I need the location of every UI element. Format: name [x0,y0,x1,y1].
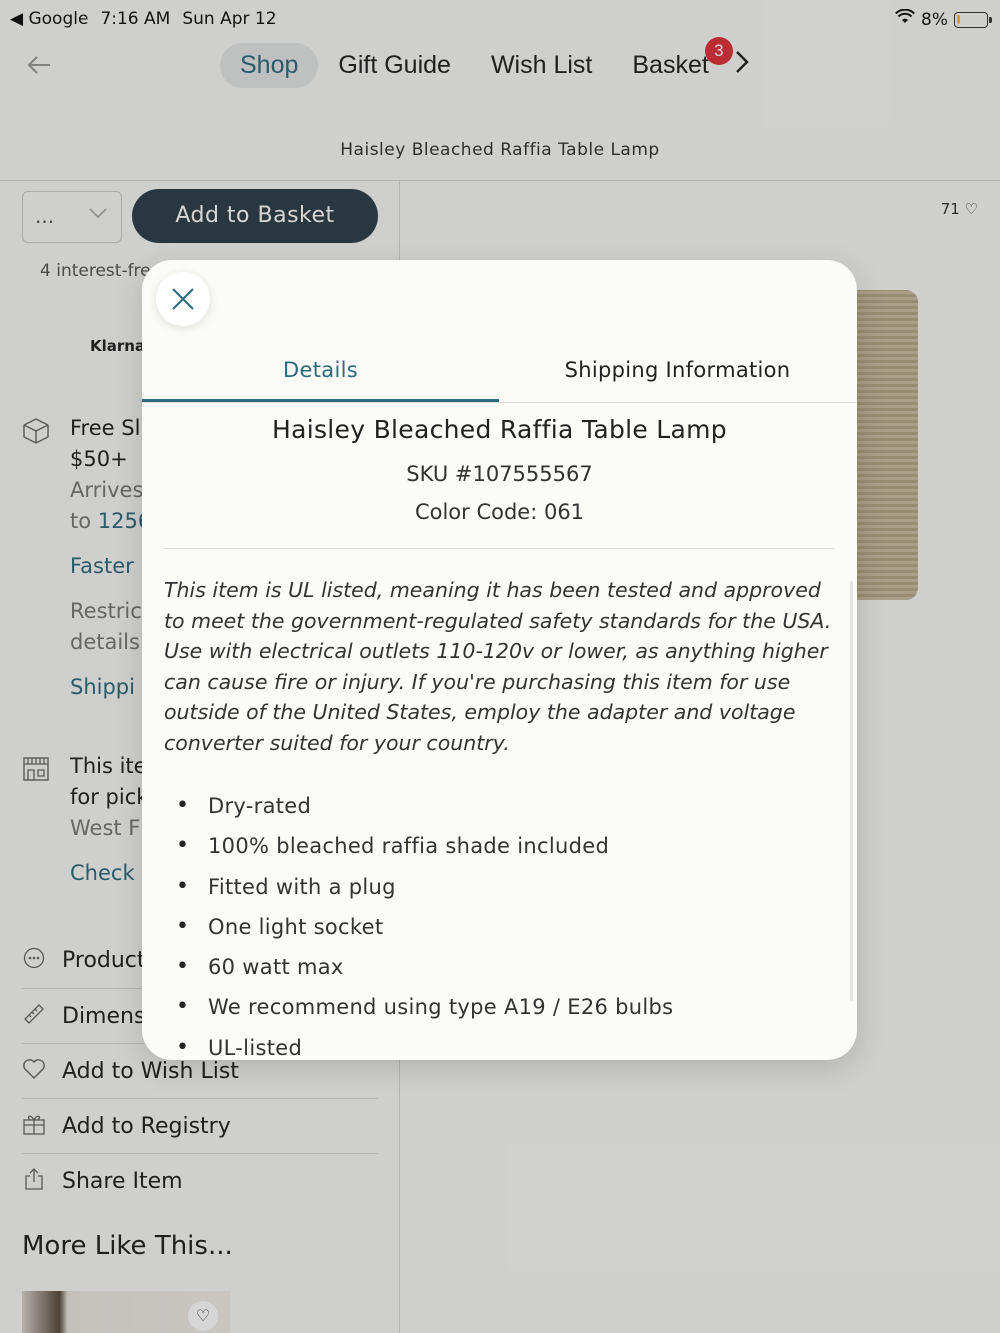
color-code: Color Code: 061 [414,500,585,524]
close-button[interactable] [156,272,210,326]
product-name: Haisley Bleached Raffia Table Lamp [272,415,727,444]
details-modal: Details Shipping Information Haisley Ble… [142,260,857,1060]
scrollbar[interactable] [850,581,853,1001]
divider [164,548,835,549]
product-description: This item is UL listed, meaning it has b… [164,578,832,755]
modal-body[interactable]: Haisley Bleached Raffia Table Lamp SKU #… [142,403,857,1060]
feature-item: Dry-rated [164,786,857,827]
modal-tabs: Details Shipping Information [142,346,857,403]
feature-item: One light socket [164,907,857,948]
feature-item: Fitted with a plug [164,867,857,908]
feature-item: We recommend using type A19 / E26 bulbs [164,987,857,1028]
tab-details[interactable]: Details [142,346,499,402]
tab-shipping-information[interactable]: Shipping Information [499,346,856,402]
feature-list: Dry-rated 100% bleached raffia shade inc… [164,786,857,1060]
feature-item: 100% bleached raffia shade included [164,826,857,867]
feature-item: 60 watt max [164,947,857,988]
product-sku: SKU #107555567 [406,462,593,486]
feature-item: UL-listed [164,1028,857,1060]
